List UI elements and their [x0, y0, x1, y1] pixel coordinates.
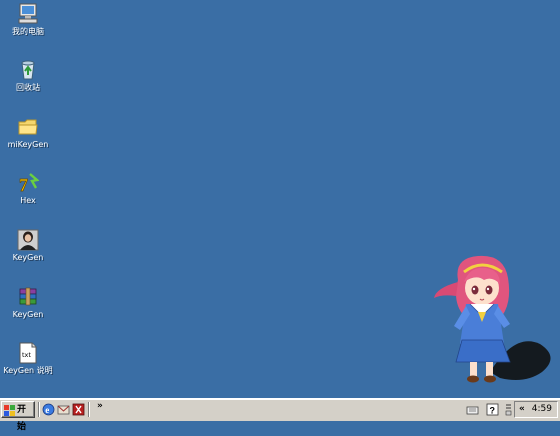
desktop-icon-keygen-exe[interactable]: KeyGen — [0, 229, 56, 263]
start-button[interactable]: 开始 — [1, 401, 35, 432]
taskbar-separator — [88, 402, 90, 417]
taskbar-separator — [38, 402, 40, 417]
desktop-icon-label: KeyGen — [12, 310, 44, 319]
windows-flag-icon — [4, 405, 15, 416]
keyboard-icon[interactable] — [466, 403, 479, 416]
winrar-archive-icon — [19, 287, 37, 306]
svg-text:7: 7 — [19, 175, 28, 194]
desktop-icon-keygen-readme[interactable]: txt KeyGen 说明 — [0, 342, 56, 376]
desktop-icon-label: KeyGen — [12, 253, 44, 262]
quick-launch-expand-button[interactable]: » — [97, 401, 103, 411]
folder-icon — [18, 119, 38, 135]
ie-icon[interactable]: e — [42, 403, 55, 416]
desktop-icon-my-computer[interactable]: 我的电脑 — [0, 3, 56, 37]
svg-text:e: e — [45, 405, 49, 415]
hex-editor-icon: 7 — [19, 173, 39, 194]
taskbar: 开始 e » ? « 4:59 — [0, 398, 560, 432]
start-label: 开始 — [17, 405, 27, 432]
recycle-bin-icon — [21, 60, 35, 80]
desktop-icon-label: 回收站 — [16, 83, 40, 92]
keygen-avatar-icon — [17, 229, 39, 251]
svg-text:txt: txt — [22, 351, 31, 359]
desktop-icon-mikeygen-folder[interactable]: miKeyGen — [0, 116, 56, 150]
desktop-icon-label: miKeyGen — [7, 140, 49, 149]
desktop-icon-recycle-bin[interactable]: 回收站 — [0, 59, 56, 93]
my-computer-icon — [18, 3, 38, 24]
system-tray: 4:59 — [514, 401, 558, 418]
text-file-icon: txt — [19, 342, 37, 364]
desktop: 我的电脑 回收站 miKeyGen 7 Hex KeyGen KeyGen tx… — [0, 0, 560, 398]
desktop-icon-label: 我的电脑 — [12, 27, 44, 36]
outlook-icon[interactable] — [57, 403, 70, 416]
desktop-icon-keygen-archive[interactable]: KeyGen — [0, 286, 56, 320]
clock[interactable]: 4:59 — [532, 404, 552, 414]
mediaplayer-icon[interactable] — [72, 403, 85, 416]
wallpaper-anime-girl — [434, 255, 551, 383]
svg-text:?: ? — [490, 406, 496, 416]
desktop-icon-label: Hex — [20, 196, 36, 205]
desktop-icon-label: KeyGen 说明 — [3, 366, 53, 375]
help-icon[interactable]: ? — [486, 403, 499, 416]
desktop-icon-hex[interactable]: 7 Hex — [0, 172, 56, 206]
